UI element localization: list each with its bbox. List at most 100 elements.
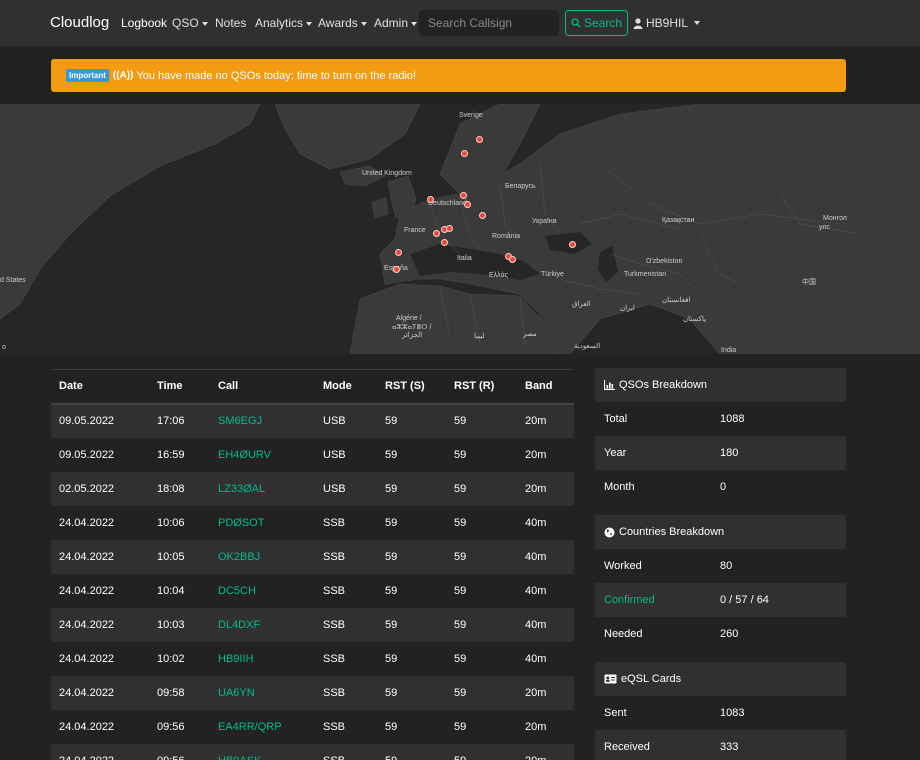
panel-title: eQSL Cards [621,673,682,685]
map-label: Sverige [459,112,483,119]
band-cell: 40m [517,539,574,574]
brand-logo[interactable]: Cloudlog [50,14,109,31]
date-cell: 24.04.2022 [59,584,115,597]
globe-icon [604,527,615,537]
qso-marker[interactable] [464,201,471,208]
qso-marker[interactable] [393,266,400,273]
stat-row-worked: Worked 80 [604,560,733,572]
table-row[interactable]: 24.04.2022 09:58 UA6YN SSB 59 59 20m [51,675,574,710]
nav-analytics[interactable]: Analytics [255,16,313,30]
header-date[interactable]: Date [51,369,149,405]
callsign-search-input[interactable] [419,10,559,36]
map-label: улс [819,224,830,231]
confirmed-link[interactable]: Confirmed [595,594,720,606]
mode-cell: SSB [315,539,377,574]
qso-marker[interactable] [461,150,468,157]
navbar: Cloudlog Logbook QSO Notes Analytics Awa… [0,0,920,46]
call-cell[interactable]: EA4RR/QRP [210,710,315,744]
call-cell[interactable]: EH4ØURV [210,438,315,472]
map-label: ليبيا [474,333,485,340]
band-cell: 20m [517,743,574,760]
map-label: العراق [572,301,591,308]
table-row[interactable]: 24.04.202209:56HB9ASKSSB595920m [51,743,574,760]
nav-logbook[interactable]: Logbook [121,16,167,30]
rst-received-cell: 59 [446,607,517,642]
qso-marker[interactable] [509,256,516,263]
nav-admin[interactable]: Admin [374,16,418,30]
nav-awards[interactable]: Awards [318,16,367,30]
table-row[interactable]: 24.04.2022 10:04 DC5CH SSB 59 59 40m [51,574,574,608]
map-label: السعودية [574,343,601,350]
call-cell[interactable]: SM6EGJ [210,403,315,438]
call-cell[interactable]: HB9IIH [210,642,315,676]
qso-marker[interactable] [479,212,486,219]
stat-row-confirmed: Confirmed 0 / 57 / 64 [595,583,846,617]
map-label: الجزائر [402,332,423,339]
header-time[interactable]: Time [149,369,210,405]
mode-cell: SSB [315,607,377,642]
map-label: o [2,344,6,351]
call-cell[interactable]: OK2BBJ [210,539,315,574]
header-band[interactable]: Band [517,369,574,405]
user-icon [633,17,643,29]
call-cell[interactable]: LZ33ØAL [210,471,315,506]
qso-marker[interactable] [446,225,453,232]
rst-sent-cell: 59 [385,584,398,597]
caret-down-icon [360,21,367,26]
table-row[interactable]: 24.04.2022 10:02 HB9IIH SSB 59 59 40m [51,642,574,676]
caret-down-icon [201,21,208,26]
call-cell[interactable]: DC5CH [210,574,315,608]
alert-text: You have made no QSOs today; time to tur… [136,69,417,82]
header-call[interactable]: Call [210,369,315,405]
eqsl-cards-panel: eQSL Cards Sent 1083 Received 333 [595,662,846,760]
rst-sent-cell: 59 [385,448,398,461]
map-label: România [492,233,521,240]
table-row[interactable]: 09.05.2022 17:06 SM6EGJ USB 59 59 20m [51,403,574,438]
date-cell: 24.04.2022 [51,675,149,710]
qso-marker[interactable] [476,136,483,143]
rst-received-cell: 59 [454,448,467,461]
mode-cell: SSB [315,743,377,760]
header-mode[interactable]: Mode [315,369,377,405]
user-menu[interactable]: HB9HIL [633,16,701,30]
time-cell: 10:05 [149,539,210,574]
qso-marker[interactable] [569,241,576,248]
table-row[interactable]: 09.05.2022 16:59 EH4ØURV USB 59 59 20m [51,438,574,472]
nav-notes[interactable]: Notes [215,16,246,30]
header-rst-sent[interactable]: RST (S) [377,369,446,405]
radio-tower-icon: ((A)) [112,70,134,81]
map-label: مصر [523,331,537,338]
call-cell[interactable]: HB9ASK [210,743,315,760]
map-label: Italia [457,255,472,262]
mode-cell: USB [315,471,377,506]
header-rst-received[interactable]: RST (R) [446,369,517,405]
call-cell[interactable]: DL4DXF [210,607,315,642]
table-row[interactable]: 24.04.2022 10:05 OK2BBJ SSB 59 59 40m [51,539,574,574]
rst-sent-cell: 59 [377,403,446,438]
table-row[interactable]: 02.05.2022 18:08 LZ33ØAL USB 59 59 20m [51,471,574,506]
time-cell: 17:06 [149,403,210,438]
search-button[interactable]: Search [565,10,628,36]
qso-marker[interactable] [395,249,402,256]
table-row[interactable]: 24.04.2022 10:06 PDØSOT SSB 59 59 40m [51,506,574,540]
qso-marker[interactable] [441,239,448,246]
nav-qso[interactable]: QSO [172,16,208,30]
qso-marker[interactable] [427,196,434,203]
username: HB9HIL [646,16,689,30]
map-label: ایران [620,305,635,312]
card-icon [604,674,617,684]
table-row[interactable]: 24.04.2022 10:03 DL4DXF SSB 59 59 40m [51,607,574,642]
table-row[interactable]: 24.04.2022 09:56 EA4RR/QRP SSB 59 59 20m [51,710,574,744]
call-cell[interactable]: PDØSOT [210,506,315,540]
mode-cell: USB [315,403,377,438]
map-label: France [404,227,426,234]
map-label: پاکستان [683,316,707,323]
date-cell: 24.04.2022 [51,607,149,642]
qso-marker[interactable] [433,230,440,237]
qso-map[interactable]: Sverige United Kingdom Deutschland Белар… [0,104,920,354]
call-cell[interactable]: UA6YN [210,675,315,710]
no-qso-alert: Important ((A)) You have made no QSOs to… [51,59,846,92]
rst-sent-cell: 59 [377,675,446,710]
qso-marker[interactable] [460,192,467,199]
map-label: Україна [532,218,557,225]
